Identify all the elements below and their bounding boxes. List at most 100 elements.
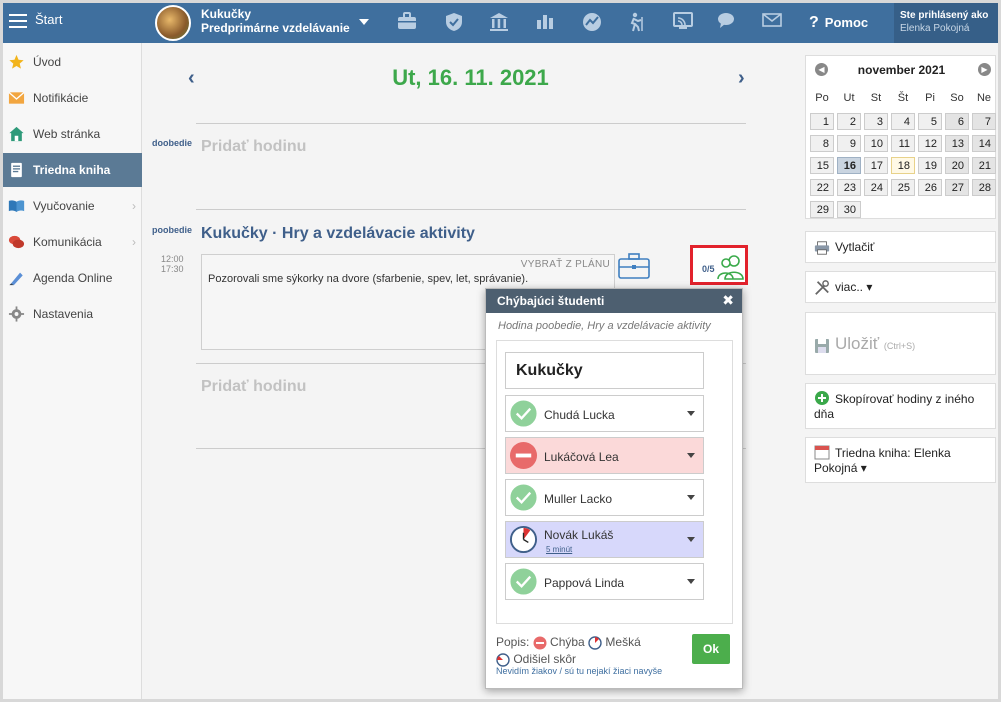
calendar-day[interactable]: 27 [945, 179, 969, 196]
missing-students-hint-link[interactable]: Nevidím žiakov / sú tu nejakí žiaci navy… [496, 666, 662, 676]
calendar-day[interactable]: 6 [945, 113, 969, 130]
envelope-icon [8, 91, 25, 104]
calendar-day[interactable]: 30 [837, 201, 861, 218]
calendar-day[interactable]: 24 [864, 179, 888, 196]
close-icon[interactable]: ✖ [722, 292, 734, 309]
calendar-day[interactable]: 22 [810, 179, 834, 196]
star-icon [9, 54, 24, 69]
briefcase-icon[interactable] [396, 12, 418, 34]
present-check-icon [509, 399, 538, 428]
more-label: viac.. ▾ [835, 280, 873, 294]
sidebar-item-nastavenia[interactable]: Nastavenia [3, 297, 142, 331]
class-caret-icon[interactable] [359, 19, 369, 25]
more-button[interactable]: viac.. ▾ [805, 271, 996, 303]
chevron-down-icon[interactable] [687, 411, 695, 416]
chevron-down-icon[interactable] [687, 453, 695, 458]
chevron-down-icon[interactable] [687, 579, 695, 584]
hiking-icon[interactable] [626, 12, 648, 34]
ok-button[interactable]: Ok [692, 634, 730, 664]
missing-students-dialog: Chýbajúci študenti ✖ Hodina poobedie, Hr… [485, 288, 743, 689]
print-button[interactable]: Vytlačiť [805, 231, 996, 263]
sidebar-item-label: Agenda Online [33, 271, 113, 285]
calendar-day[interactable]: 14 [972, 135, 996, 152]
calendar-day[interactable]: 4 [891, 113, 915, 130]
late-minutes-link[interactable]: 5 minút [546, 545, 572, 554]
add-hour-afternoon-button[interactable]: Pridať hodinu [201, 378, 306, 396]
student-row[interactable]: Pappová Linda [505, 563, 704, 600]
sidebar-item-vyucovanie[interactable]: Vyučovanie › [3, 189, 142, 223]
student-row[interactable]: Lukáčová Lea [505, 437, 704, 474]
student-row[interactable]: Muller Lacko [505, 479, 704, 516]
calendar-day[interactable]: 8 [810, 135, 834, 152]
calendar-day[interactable]: 13 [945, 135, 969, 152]
class-book-button[interactable]: Triedna kniha: Elenka Pokojná ▾ [805, 437, 996, 483]
student-row[interactable]: Chudá Lucka [505, 395, 704, 432]
start-link[interactable]: Štart [35, 12, 62, 27]
sidebar-item-web[interactable]: Web stránka [3, 117, 142, 151]
calendar-day[interactable]: 18 [891, 157, 915, 174]
sidebar-item-triedna-kniha[interactable]: Triedna kniha [3, 153, 142, 187]
student-name: Lukáčová Lea [544, 450, 619, 464]
pen-icon [9, 272, 23, 286]
sidebar-item-label: Nastavenia [33, 307, 94, 321]
printer-icon [814, 241, 830, 255]
student-name: Pappová Linda [544, 576, 625, 590]
lesson-time: 12:00 17:30 [161, 254, 184, 274]
present-check-icon [509, 567, 538, 596]
briefcase-icon[interactable] [618, 253, 650, 279]
calendar-day[interactable]: 10 [864, 135, 888, 152]
calendar-day[interactable]: 19 [918, 157, 942, 174]
cast-icon[interactable] [672, 12, 694, 34]
user-panel[interactable]: Ste prihlásený ako Elenka Pokojná [894, 3, 998, 43]
sidebar-item-uvod[interactable]: Úvod [3, 45, 142, 79]
help-link[interactable]: ? Pomoc [809, 14, 868, 32]
sidebar-item-agenda[interactable]: Agenda Online [3, 261, 142, 295]
class-selector[interactable]: Kukučky Predprimárne vzdelávanie [201, 7, 350, 35]
calendar-day[interactable]: 21 [972, 157, 996, 174]
calendar-day[interactable]: 29 [810, 201, 834, 218]
calendar-day[interactable]: 25 [891, 179, 915, 196]
class-avatar[interactable] [155, 5, 191, 41]
calendar-day[interactable]: 17 [864, 157, 888, 174]
calendar-day[interactable]: 3 [864, 113, 888, 130]
lesson-title[interactable]: Kukučky · Hry a vzdelávacie aktivity [201, 225, 475, 243]
calendar-day[interactable]: 15 [810, 157, 834, 174]
hamburger-menu-icon[interactable] [9, 14, 27, 28]
add-hour-morning-button[interactable]: Pridať hodinu [201, 138, 306, 156]
select-from-plan-link[interactable]: VYBRAŤ Z PLÁNU [521, 259, 610, 270]
calendar-day[interactable]: 11 [891, 135, 915, 152]
attendance-button[interactable]: 0/5 [690, 245, 748, 285]
calendar-day[interactable]: 26 [918, 179, 942, 196]
save-label: Uložiť (Ctrl+S) [835, 334, 915, 353]
calendar-day[interactable]: 28 [972, 179, 996, 196]
calendar-day[interactable]: 12 [918, 135, 942, 152]
sidebar-item-notifikacie[interactable]: Notifikácie [3, 81, 142, 115]
next-day-button[interactable]: › [738, 67, 745, 90]
lesson-topic-text: Pozorovali sme sýkorky na dvore (sfarben… [208, 273, 529, 285]
calendar-weekday: Po [815, 92, 829, 104]
shield-icon[interactable] [443, 12, 465, 34]
calendar-next-month-icon[interactable]: ▶ [978, 63, 991, 76]
chat-bubbles-icon[interactable] [716, 12, 738, 34]
calendar-day[interactable]: 5 [918, 113, 942, 130]
slot-label-afternoon: poobedie [152, 225, 192, 235]
calendar-day[interactable]: 20 [945, 157, 969, 174]
sidebar-item-komunikacia[interactable]: Komunikácia › [3, 225, 142, 259]
save-button[interactable]: Uložiť (Ctrl+S) [805, 312, 996, 375]
chevron-down-icon[interactable] [687, 495, 695, 500]
copy-hours-button[interactable]: Skopírovať hodiny z iného dňa [805, 383, 996, 429]
calendar-day[interactable]: 9 [837, 135, 861, 152]
line-chart-icon[interactable] [581, 12, 603, 34]
student-name: Novák Lukáš [544, 528, 614, 542]
save-text: Uložiť [835, 334, 880, 353]
calendar-day[interactable]: 7 [972, 113, 996, 130]
calendar-day[interactable]: 23 [837, 179, 861, 196]
student-row[interactable]: Novák Lukáš 5 minút [505, 521, 704, 558]
chevron-down-icon[interactable] [687, 537, 695, 542]
envelope-icon[interactable] [761, 12, 783, 34]
bar-chart-icon[interactable] [534, 12, 556, 34]
institution-icon[interactable] [488, 12, 510, 34]
calendar-day[interactable]: 1 [810, 113, 834, 130]
calendar-day[interactable]: 2 [837, 113, 861, 130]
calendar-day[interactable]: 16 [837, 157, 861, 174]
